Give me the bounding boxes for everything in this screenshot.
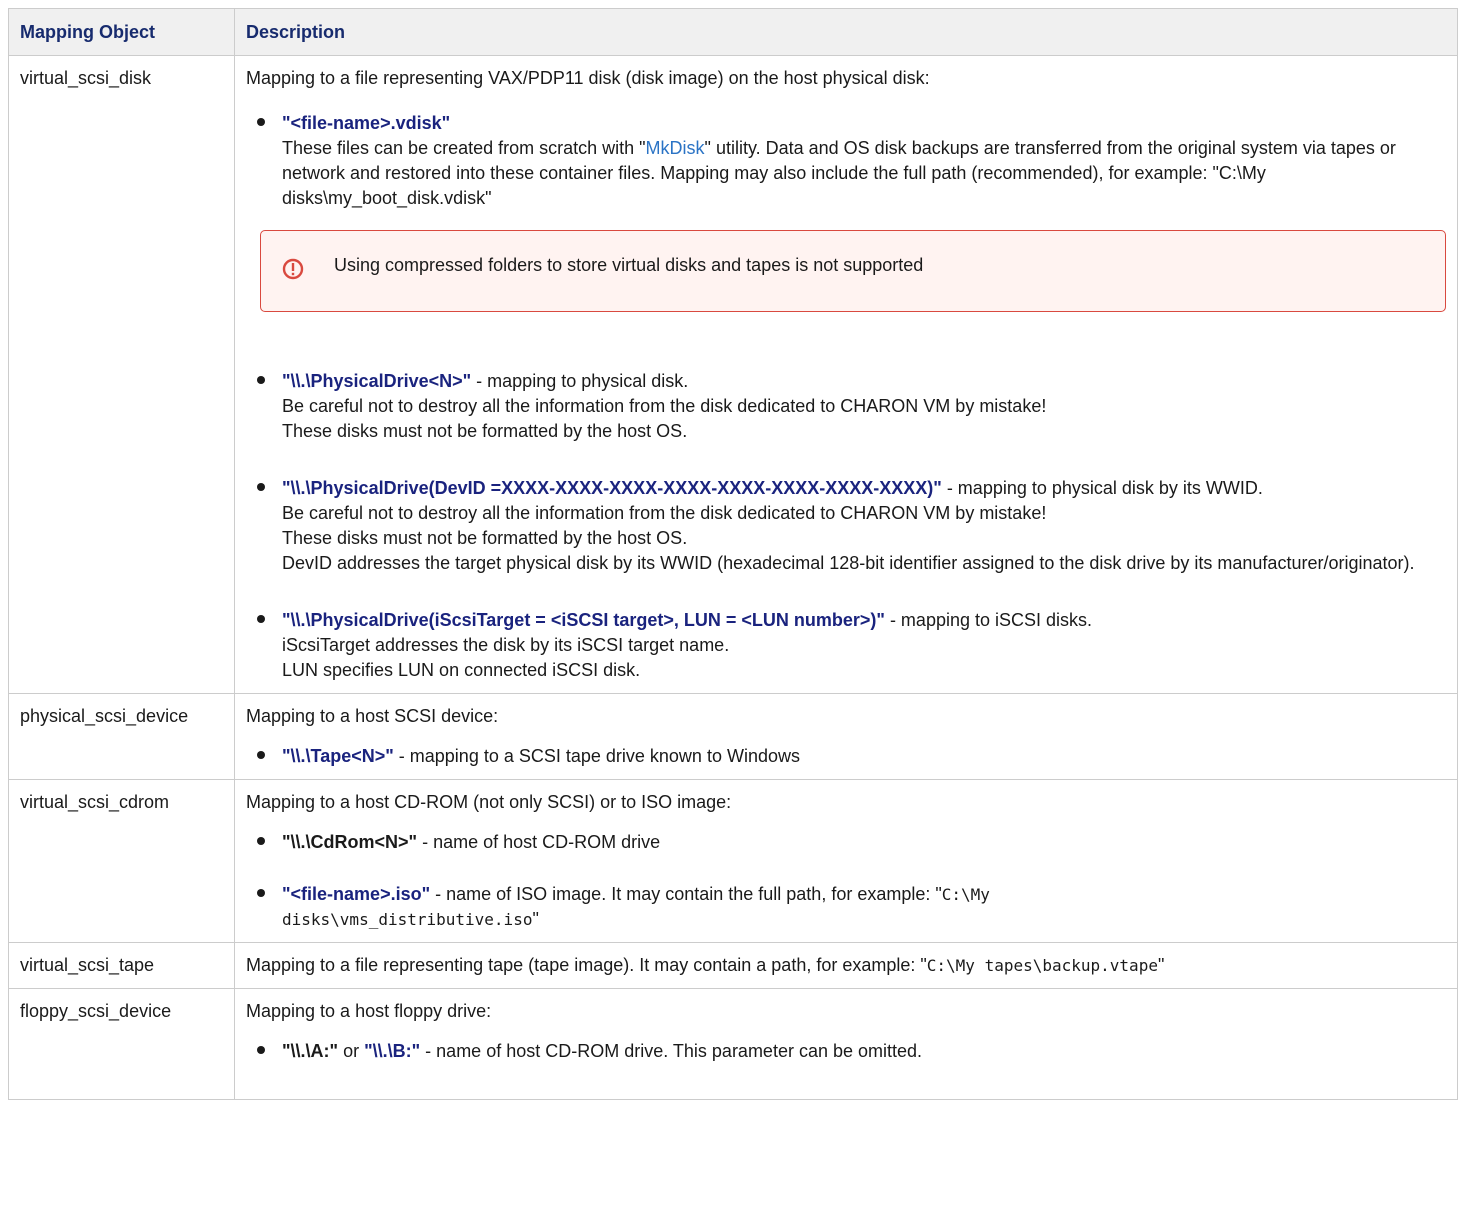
- row-intro: Mapping to a host SCSI device:: [246, 706, 499, 726]
- mapping-table: Mapping Object Description virtual_scsi_…: [8, 8, 1458, 1100]
- item-text: LUN specifies LUN on connected iSCSI dis…: [282, 660, 641, 680]
- code-term: "\\.\B:": [364, 1041, 421, 1061]
- list-item: "\\.\PhysicalDrive(iScsiTarget = <iSCSI …: [257, 608, 1446, 683]
- list-item: "\\.\A:" or "\\.\B:" - name of host CD-R…: [257, 1039, 1446, 1064]
- code-term: "\\.\PhysicalDrive(DevID =XXXX-XXXX-XXXX…: [282, 478, 942, 498]
- item-text: - name of ISO image. It may contain the …: [430, 884, 942, 904]
- item-text: ": [1157, 955, 1165, 975]
- list-item: "\\.\PhysicalDrive(DevID =XXXX-XXXX-XXXX…: [257, 476, 1446, 576]
- row-desc-cell: Mapping to a host SCSI device: "\\.\Tape…: [234, 693, 1458, 780]
- bullet-list: "<file-name>.vdisk" These files can be c…: [246, 111, 1446, 683]
- item-text: or: [338, 1041, 365, 1061]
- code-term: "\\.\PhysicalDrive(iScsiTarget = <iSCSI …: [282, 610, 885, 630]
- item-text: - mapping to physical disk.: [471, 371, 689, 391]
- header-description: Description: [234, 8, 1458, 56]
- bullet-list: "\\.\CdRom<N>" - name of host CD-ROM dri…: [246, 830, 1446, 932]
- code-path: C:\My: [941, 885, 990, 904]
- item-text: DevID addresses the target physical disk…: [282, 553, 1415, 573]
- table-row: virtual_scsi_disk Mapping to a file repr…: [8, 55, 1458, 694]
- exclamation-circle-icon: [282, 258, 304, 280]
- item-text: ": [532, 909, 539, 929]
- warning-panel: Using compressed folders to store virtua…: [260, 230, 1446, 312]
- code-term: "\\.\Tape<N>": [282, 746, 394, 766]
- bullet-list: "\\.\Tape<N>" - mapping to a SCSI tape d…: [246, 744, 1446, 769]
- item-text: Mapping to a file representing tape (tap…: [246, 955, 927, 975]
- code-path: disks\vms_distributive.iso: [282, 910, 533, 929]
- header-mapping-object: Mapping Object: [8, 8, 235, 56]
- item-text: Be careful not to destroy all the inform…: [282, 396, 1047, 416]
- row-desc-cell: Mapping to a host floppy drive: "\\.\A:"…: [234, 988, 1458, 1100]
- warning-text: Using compressed folders to store virtua…: [334, 255, 924, 275]
- item-text: These files can be created from scratch …: [282, 138, 646, 158]
- table-row: virtual_scsi_tape Mapping to a file repr…: [8, 942, 1458, 989]
- item-text: - mapping to iSCSI disks.: [884, 610, 1093, 630]
- item-text: - name of host CD-ROM drive: [417, 832, 661, 852]
- list-item: "\\.\CdRom<N>" - name of host CD-ROM dri…: [257, 830, 1446, 855]
- row-name-cell: physical_scsi_device: [8, 693, 235, 780]
- table-row: virtual_scsi_cdrom Mapping to a host CD-…: [8, 779, 1458, 943]
- item-text: iScsiTarget addresses the disk by its iS…: [282, 635, 730, 655]
- code-term: "\\.\CdRom<N>": [282, 832, 418, 852]
- bullet-list: "\\.\A:" or "\\.\B:" - name of host CD-R…: [246, 1039, 1446, 1064]
- row-intro: Mapping to a host CD-ROM (not only SCSI)…: [246, 792, 732, 812]
- item-text: - mapping to a SCSI tape drive known to …: [393, 746, 800, 766]
- mkdisk-link[interactable]: MkDisk: [646, 138, 705, 158]
- list-item: "<file-name>.iso" - name of ISO image. I…: [257, 882, 1446, 932]
- item-text: Be careful not to destroy all the inform…: [282, 503, 1047, 523]
- row-intro: Mapping to a host floppy drive:: [246, 1001, 492, 1021]
- code-term: "\\.\PhysicalDrive<N>": [282, 371, 472, 391]
- item-text: - mapping to physical disk by its WWID.: [941, 478, 1263, 498]
- table-row: physical_scsi_device Mapping to a host S…: [8, 693, 1458, 780]
- row-name-cell: virtual_scsi_tape: [8, 942, 235, 989]
- list-item: "\\.\Tape<N>" - mapping to a SCSI tape d…: [257, 744, 1446, 769]
- row-name-cell: virtual_scsi_cdrom: [8, 779, 235, 943]
- row-name-cell: virtual_scsi_disk: [8, 55, 235, 694]
- code-path: C:\My tapes\backup.vtape: [926, 956, 1158, 975]
- item-text: These disks must not be formatted by the…: [282, 528, 688, 548]
- item-text: These disks must not be formatted by the…: [282, 421, 688, 441]
- row-desc-cell: Mapping to a host CD-ROM (not only SCSI)…: [234, 779, 1458, 943]
- code-term: "<file-name>.iso": [282, 884, 431, 904]
- row-name-cell: floppy_scsi_device: [8, 988, 235, 1100]
- code-term: "<file-name>.vdisk": [282, 113, 451, 133]
- item-text: - name of host CD-ROM drive. This parame…: [420, 1041, 923, 1061]
- row-desc-cell: Mapping to a file representing VAX/PDP11…: [234, 55, 1458, 694]
- code-term: "\\.\A:": [282, 1041, 339, 1061]
- table-row: floppy_scsi_device Mapping to a host flo…: [8, 988, 1458, 1100]
- list-item: "\\.\PhysicalDrive<N>" - mapping to phys…: [257, 369, 1446, 444]
- row-intro: Mapping to a file representing VAX/PDP11…: [246, 68, 930, 88]
- row-desc-cell: Mapping to a file representing tape (tap…: [234, 942, 1458, 989]
- list-item: "<file-name>.vdisk" These files can be c…: [257, 111, 1446, 369]
- header-row: Mapping Object Description: [8, 8, 1458, 56]
